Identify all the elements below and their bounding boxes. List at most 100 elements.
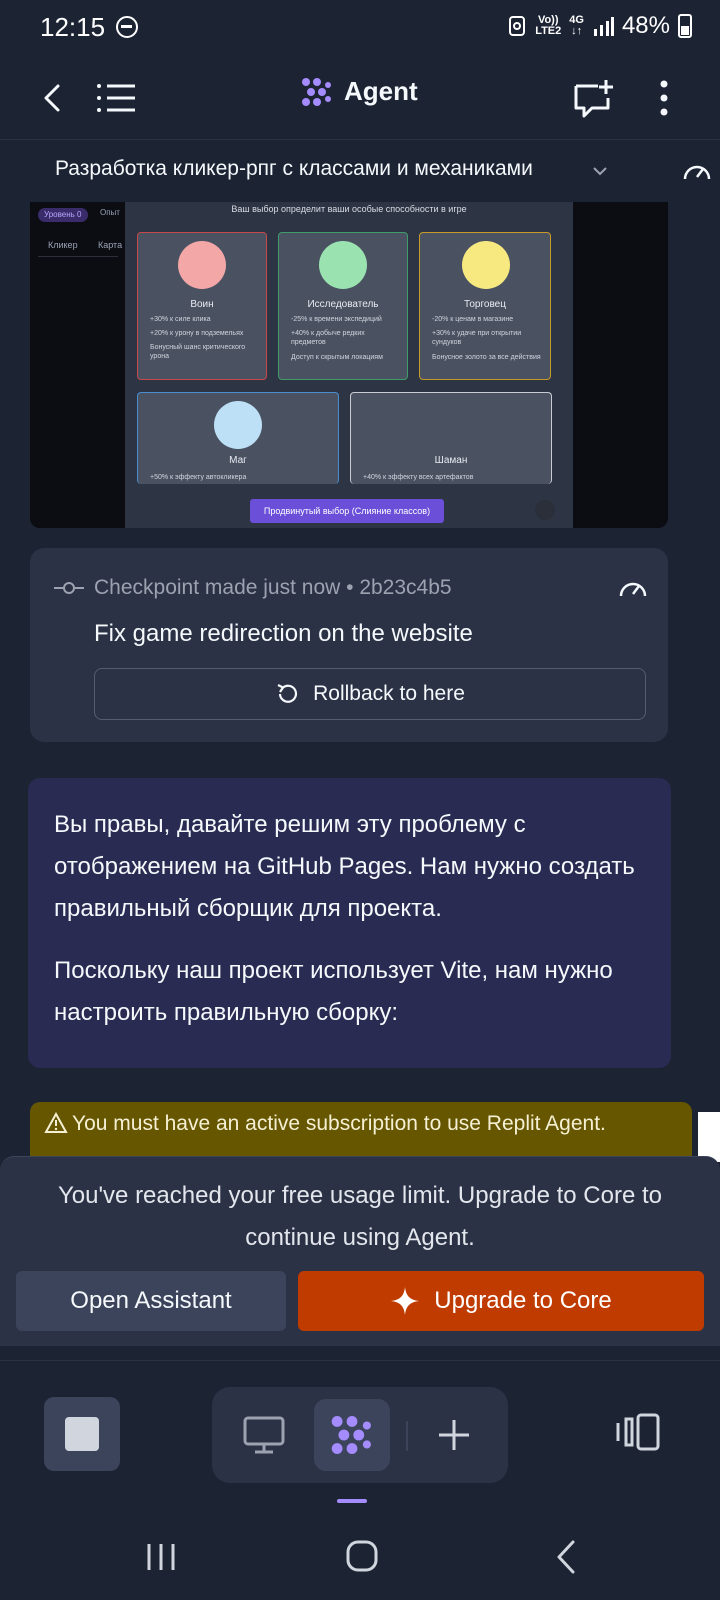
plus-icon <box>439 1420 469 1450</box>
checkpoint-card: Checkpoint made just now • 2b23c4b5 Fix … <box>30 548 668 742</box>
class-card-explorer: Исследователь -25% к времени экспедиций … <box>278 232 408 380</box>
panes-icon <box>616 1413 660 1451</box>
commit-icon <box>54 582 84 594</box>
gauge-icon[interactable] <box>618 576 648 600</box>
data-saver-icon <box>509 16 526 36</box>
class-avatar <box>462 241 510 289</box>
view-switcher <box>212 1387 508 1483</box>
class-avatar <box>178 241 226 289</box>
new-chat-button[interactable] <box>570 74 618 122</box>
class-name: Торговец <box>464 299 506 310</box>
class-name: Воин <box>190 299 214 310</box>
network-gen-indicator: 4G ↓↑ <box>569 14 584 37</box>
segment-divider <box>406 1421 408 1451</box>
upgrade-to-core-button[interactable]: Upgrade to Core <box>298 1271 704 1331</box>
project-subheader[interactable]: Разработка кликер-рпг с классами и механ… <box>0 141 720 201</box>
signal-icon <box>593 17 614 36</box>
class-card-warrior: Воин +30% к силе клика +20% к урону в по… <box>137 232 267 380</box>
preview-left-pane: Уровень 0 Опыт Кликер Карта <box>30 202 125 528</box>
sparkle-icon <box>391 1287 420 1315</box>
class-caption: Ваш выбор определит ваши особые способно… <box>231 204 467 214</box>
home-icon <box>346 1540 378 1572</box>
usage-limit-sheet: You've reached your free usage limit. Up… <box>0 1156 720 1346</box>
preview-fab <box>535 500 555 520</box>
system-back-button[interactable] <box>556 1540 576 1579</box>
class-avatar <box>319 241 367 289</box>
class-perk: Бонусный шанс критического урона <box>150 344 246 360</box>
rollback-label: Rollback to here <box>313 682 465 705</box>
agent-message: Вы правы, давайте решим эту проблему с о… <box>28 778 671 1068</box>
stop-icon <box>65 1417 99 1451</box>
advanced-choice-button: Продвинутый выбор (Слияние классов) <box>250 499 444 523</box>
open-assistant-button[interactable]: Open Assistant <box>16 1271 286 1331</box>
class-perk: Доступ к скрытым локациям <box>291 354 383 361</box>
agent-view-button[interactable] <box>314 1399 390 1471</box>
class-perk: +40% к эффекту всех артефактов <box>363 474 474 481</box>
recents-button[interactable] <box>146 1542 176 1577</box>
more-vertical-icon <box>660 80 668 116</box>
back-icon <box>557 1540 575 1574</box>
upgrade-label: Upgrade to Core <box>434 1287 612 1314</box>
class-card-trader: Торговец -20% к ценам в магазине +30% к … <box>419 232 551 380</box>
status-icons: Vo)) LTE2 4G ↓↑ 48% <box>507 12 692 40</box>
class-card-shaman: Шаман +40% к эффекту всех артефактов <box>350 392 552 484</box>
status-bar: 12:15 Vo)) LTE2 4G ↓↑ 48% <box>0 0 720 56</box>
subscription-warning: You must have an active subscription to … <box>30 1102 692 1158</box>
warning-icon <box>44 1112 68 1133</box>
class-perk: -25% к времени экспедиций <box>291 316 382 323</box>
agent-logo-icon <box>302 77 331 106</box>
tab-map: Карта <box>98 240 123 250</box>
battery-percent: 48% <box>621 12 670 39</box>
class-perk: +30% к силе клика <box>150 316 211 323</box>
bottom-toolbar <box>0 1360 720 1510</box>
class-perk: Бонусное золото за все действия <box>432 354 541 361</box>
battery-icon <box>678 14 692 38</box>
message-paragraph: Вы правы, давайте решим эту проблему с о… <box>54 811 635 922</box>
menu-button[interactable] <box>92 74 140 122</box>
do-not-disturb-icon <box>116 16 138 38</box>
system-navigation-bar <box>0 1512 720 1600</box>
home-button[interactable] <box>346 1540 378 1577</box>
class-perk: +50% к эффекту автокликера <box>150 474 247 481</box>
list-icon <box>97 84 135 112</box>
header-title: Agent <box>344 76 418 106</box>
rollback-button[interactable]: Rollback to here <box>94 668 646 720</box>
stop-button[interactable] <box>44 1397 120 1471</box>
monitor-icon <box>243 1416 285 1454</box>
chevron-left-icon <box>44 84 60 112</box>
gauge-icon[interactable] <box>682 159 712 183</box>
project-title[interactable]: Разработка кликер-рпг с классами и механ… <box>55 157 533 181</box>
volte-indicator: Vo)) LTE2 <box>535 14 562 37</box>
new-chat-icon <box>574 80 613 118</box>
class-perk: +20% к урону в подземельях <box>150 330 244 337</box>
back-button[interactable] <box>28 74 76 122</box>
divider <box>38 256 118 257</box>
agent-title: Agent <box>300 76 418 107</box>
preview-view-button[interactable] <box>226 1399 302 1471</box>
class-avatar <box>214 401 262 449</box>
scroll-indicator <box>698 1112 720 1162</box>
class-perk: -20% к ценам в магазине <box>432 316 514 323</box>
class-card-mage: Маг +50% к эффекту автокликера <box>137 392 339 484</box>
class-perk: +30% к удаче при открытии сундуков <box>432 330 522 346</box>
app-header: Agent <box>0 56 720 140</box>
class-perk: +40% к добыче редких предметов <box>291 330 365 346</box>
tab-clicker: Кликер <box>48 240 78 250</box>
class-name: Маг <box>229 455 247 466</box>
exp-label: Опыт <box>100 208 120 217</box>
status-time: 12:15 <box>40 12 106 42</box>
class-name: Исследователь <box>307 299 379 310</box>
chevron-down-icon[interactable] <box>593 167 607 177</box>
active-tab-indicator <box>337 1499 367 1503</box>
agent-logo-icon <box>331 1416 371 1454</box>
undo-icon <box>277 684 298 703</box>
screenshot-preview[interactable]: Уровень 0 Опыт Кликер Карта Ваш выбор оп… <box>30 202 668 528</box>
checkpoint-meta: Checkpoint made just now • 2b23c4b5 <box>54 576 452 600</box>
more-options-button[interactable] <box>640 74 688 122</box>
level-pill: Уровень 0 <box>38 208 88 222</box>
add-tab-button[interactable] <box>416 1399 492 1471</box>
switch-pane-button[interactable] <box>616 1413 660 1456</box>
recents-icon <box>147 1544 175 1570</box>
message-paragraph: Поскольку наш проект использует Vite, на… <box>54 957 613 1026</box>
warning-text: You must have an active subscription to … <box>72 1112 606 1135</box>
